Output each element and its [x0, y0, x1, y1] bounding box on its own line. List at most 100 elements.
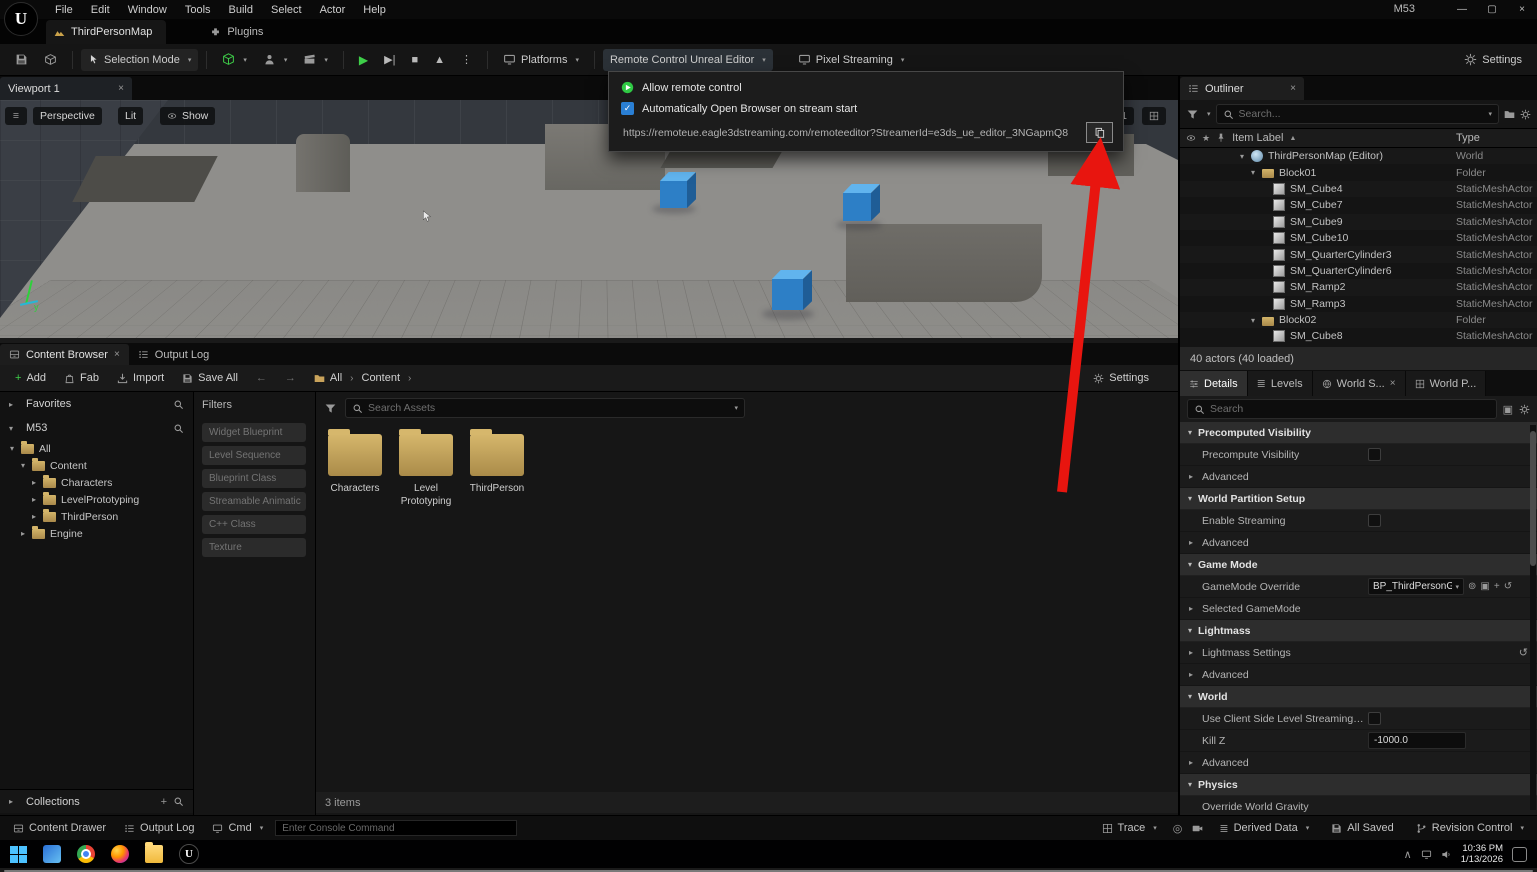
- screenshot-camera-icon[interactable]: [1192, 823, 1203, 834]
- notification-center-icon[interactable]: [1512, 846, 1527, 862]
- unreal-taskbar-icon[interactable]: U: [179, 844, 199, 864]
- selection-mode-dropdown[interactable]: Selection Mode ▾: [81, 48, 199, 71]
- filter-chip[interactable]: Widget Blueprint: [202, 423, 306, 442]
- viewport-menu-button[interactable]: ≡: [5, 107, 27, 125]
- chevron-down-icon[interactable]: ▾: [1207, 110, 1211, 118]
- outliner-row[interactable]: SM_Cube9 StaticMeshActor: [1180, 213, 1537, 230]
- gamemode-dropdown[interactable]: BP_ThirdPersonG ▾: [1368, 578, 1464, 595]
- save-button[interactable]: [8, 48, 35, 71]
- add-actor-dropdown[interactable]: ▾: [215, 48, 254, 71]
- outliner-row[interactable]: ▾ ThirdPersonMap (Editor) World: [1180, 148, 1537, 165]
- display-filter-icon[interactable]: ▣: [1503, 403, 1513, 416]
- pin-icon[interactable]: [1216, 133, 1226, 143]
- details-row[interactable]: Enable Streaming: [1180, 510, 1537, 532]
- menu-item[interactable]: Actor: [311, 1, 355, 19]
- close-icon[interactable]: ×: [114, 349, 120, 360]
- tree-item[interactable]: ▾ All: [0, 440, 193, 457]
- outliner-row[interactable]: SM_Cube4 StaticMeshActor: [1180, 180, 1537, 198]
- expand-arrow-icon[interactable]: ▾: [1240, 152, 1251, 161]
- details-row[interactable]: ▾ Lightmass: [1180, 620, 1537, 642]
- tab-content-browser[interactable]: Content Browser ×: [0, 344, 129, 365]
- details-row[interactable]: Use Client Side Level Streaming Vol...: [1180, 708, 1537, 730]
- filter-funnel-icon[interactable]: [324, 402, 337, 415]
- copy-url-button[interactable]: [1086, 122, 1113, 143]
- details-row[interactable]: ▸ Advanced: [1180, 466, 1537, 488]
- tab-world-settings[interactable]: World S... ×: [1312, 371, 1406, 396]
- details-row[interactable]: ▾ World Partition Setup: [1180, 488, 1537, 510]
- tree-item[interactable]: ▸ LevelPrototyping: [0, 491, 193, 508]
- derived-data-dropdown[interactable]: ≣ Derived Data ▾: [1213, 819, 1315, 838]
- outliner-search-box[interactable]: ▾: [1215, 104, 1499, 124]
- outliner-row[interactable]: SM_Ramp2 StaticMeshActor: [1180, 279, 1537, 296]
- expand-arrow-icon[interactable]: ▸: [32, 512, 43, 521]
- eject-button[interactable]: ▲: [427, 49, 452, 71]
- details-row[interactable]: ▾ Game Mode: [1180, 554, 1537, 576]
- menu-item[interactable]: Edit: [82, 1, 119, 19]
- expand-arrow-icon[interactable]: ▸: [1189, 604, 1193, 613]
- menu-item[interactable]: Build: [220, 1, 262, 19]
- expand-arrow-icon[interactable]: ▸: [1189, 538, 1193, 547]
- tab-levels[interactable]: ≣ Levels: [1247, 371, 1313, 396]
- filter-chip[interactable]: Texture: [202, 538, 306, 557]
- details-row[interactable]: ▾ Precomputed Visibility: [1180, 422, 1537, 444]
- details-row[interactable]: Kill Z -1000.0: [1180, 730, 1537, 752]
- outliner-tab[interactable]: Outliner ×: [1180, 77, 1304, 100]
- project-header[interactable]: ▾ M53: [0, 416, 193, 440]
- outliner-row[interactable]: SM_Cube10 StaticMeshActor: [1180, 230, 1537, 246]
- details-settings-icon[interactable]: [1519, 404, 1530, 415]
- new-folder-icon[interactable]: [1504, 109, 1515, 120]
- volume-icon[interactable]: [1441, 849, 1452, 860]
- auto-open-browser-item[interactable]: ✓ Automatically Open Browser on stream s…: [609, 98, 1123, 119]
- checkbox-checked[interactable]: ✓: [621, 102, 634, 115]
- play-options-kebab[interactable]: ⋮: [454, 48, 479, 71]
- import-button[interactable]: Import: [110, 368, 171, 388]
- expand-arrow-icon[interactable]: ▸: [32, 495, 43, 504]
- property-checkbox[interactable]: [1368, 448, 1381, 461]
- filter-funnel-icon[interactable]: [1186, 108, 1199, 121]
- allow-remote-control-item[interactable]: Allow remote control: [609, 77, 1123, 98]
- section-collapse-icon[interactable]: ▾: [1188, 494, 1192, 503]
- fab-button[interactable]: Fab: [57, 368, 106, 388]
- tab-world-partition[interactable]: World P...: [1405, 371, 1487, 396]
- details-search-input[interactable]: [1210, 403, 1490, 415]
- filter-chip[interactable]: Streamable Animatic: [202, 492, 306, 511]
- tree-item[interactable]: ▾ Content: [0, 457, 193, 474]
- details-row[interactable]: Precompute Visibility: [1180, 444, 1537, 466]
- firefox-icon[interactable]: [111, 845, 129, 863]
- details-row[interactable]: ▾ World: [1180, 686, 1537, 708]
- outliner-row[interactable]: ▾ Block01 Folder: [1180, 164, 1537, 180]
- filter-chip[interactable]: Blueprint Class: [202, 469, 306, 488]
- favorites-header[interactable]: ▸ Favorites: [0, 392, 193, 416]
- menu-item[interactable]: Help: [354, 1, 395, 19]
- tab-output-log[interactable]: Output Log: [129, 344, 218, 365]
- blueprints-dropdown[interactable]: ▾: [256, 48, 295, 71]
- chevron-down-icon[interactable]: ▾: [1488, 110, 1492, 118]
- chrome-icon[interactable]: [77, 845, 95, 863]
- expand-arrow-icon[interactable]: ▸: [21, 529, 32, 538]
- section-collapse-icon[interactable]: ▾: [1188, 626, 1192, 635]
- add-button[interactable]: + Add: [8, 368, 53, 388]
- close-icon[interactable]: ×: [1290, 83, 1296, 94]
- show-dropdown[interactable]: Show: [160, 107, 216, 125]
- filter-chip[interactable]: Level Sequence: [202, 446, 306, 465]
- reset-to-default-icon[interactable]: ↺: [1519, 646, 1528, 659]
- save-all-button[interactable]: Save All: [175, 368, 245, 388]
- close-icon[interactable]: ×: [1390, 378, 1396, 389]
- console-command-box[interactable]: [275, 820, 518, 836]
- close-icon[interactable]: ×: [118, 83, 124, 94]
- details-row[interactable]: ▾ Physics: [1180, 774, 1537, 796]
- favorite-star-icon[interactable]: ★: [1202, 133, 1210, 144]
- output-log-button[interactable]: Output Log: [118, 819, 200, 837]
- menu-item[interactable]: Window: [119, 1, 176, 19]
- outliner-row[interactable]: ▾ Block02 Folder: [1180, 311, 1537, 329]
- details-row[interactable]: GameMode Override BP_ThirdPersonG ▾ ⊚ ▣ …: [1180, 576, 1537, 598]
- expand-arrow-icon[interactable]: ▸: [32, 478, 43, 487]
- stop-button[interactable]: ■: [404, 49, 425, 71]
- platforms-dropdown[interactable]: Platforms ▾: [496, 48, 586, 71]
- scrollbar-thumb[interactable]: [1530, 431, 1536, 566]
- breadcrumb-content[interactable]: Content: [362, 372, 401, 384]
- tree-item[interactable]: ▸ ThirdPerson: [0, 508, 193, 525]
- asset-search-box[interactable]: ▾: [345, 398, 745, 418]
- remote-control-dropdown-button[interactable]: Remote Control Unreal Editor ▾: [602, 48, 773, 71]
- tab-details[interactable]: Details: [1180, 371, 1248, 396]
